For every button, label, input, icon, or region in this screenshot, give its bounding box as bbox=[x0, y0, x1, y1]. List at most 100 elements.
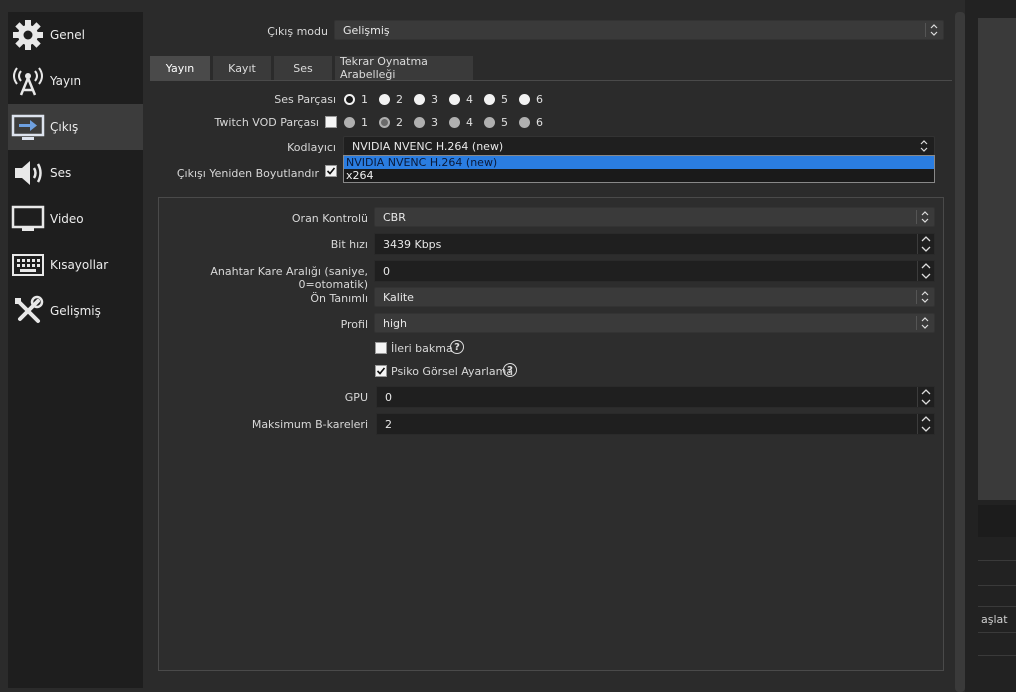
radio-dot bbox=[484, 94, 495, 105]
chevron-down-icon[interactable] bbox=[917, 244, 934, 254]
chevron-up-icon[interactable] bbox=[917, 414, 934, 424]
bframes-spinbox[interactable]: 2 bbox=[376, 413, 935, 435]
audio-track-radio-2[interactable]: 2 bbox=[379, 93, 403, 106]
twitch-vod-radio-2[interactable]: 2 bbox=[379, 116, 403, 129]
encoder-option-x264[interactable]: x264 bbox=[344, 169, 934, 182]
updown-chevron-icon bbox=[916, 210, 932, 224]
preset-label: Ön Tanımlı bbox=[310, 292, 368, 305]
sidebar-item-kisayollar[interactable]: Kısayollar bbox=[8, 242, 143, 288]
chevron-down-icon[interactable] bbox=[917, 424, 934, 434]
tab-kayit[interactable]: Kayıt bbox=[213, 56, 271, 80]
divider bbox=[978, 632, 1016, 633]
radio-dot bbox=[519, 94, 530, 105]
rate-control-label: Oran Kontrolü bbox=[291, 212, 368, 225]
radio-dot bbox=[344, 117, 355, 128]
checkmark-icon bbox=[376, 367, 386, 375]
encoder-option-nvenc[interactable]: NVIDIA NVENC H.264 (new) bbox=[344, 156, 934, 169]
sidebar-item-cikis[interactable]: Çıkış bbox=[8, 104, 143, 150]
twitch-vod-radio-6[interactable]: 6 bbox=[519, 116, 543, 129]
bitrate-spinbox[interactable]: 3439 Kbps bbox=[374, 233, 935, 255]
twitch-vod-radio-5[interactable]: 5 bbox=[484, 116, 508, 129]
lookahead-checkbox[interactable] bbox=[375, 342, 387, 354]
divider bbox=[978, 560, 1016, 561]
keyframe-value: 0 bbox=[383, 264, 390, 278]
gear-icon bbox=[11, 18, 45, 52]
twitch-vod-checkbox[interactable] bbox=[325, 116, 337, 128]
divider bbox=[978, 585, 1016, 586]
divider bbox=[978, 655, 1016, 656]
radio-label: 6 bbox=[536, 93, 543, 106]
audio-track-radio-3[interactable]: 3 bbox=[414, 93, 438, 106]
tab-ses[interactable]: Ses bbox=[274, 56, 332, 80]
tab-tekrar-oynatma[interactable]: Tekrar Oynatma Arabelleği bbox=[335, 55, 473, 81]
sidebar-item-video[interactable]: Video bbox=[8, 196, 143, 242]
radio-dot bbox=[414, 94, 425, 105]
audio-track-radio-4[interactable]: 4 bbox=[449, 93, 473, 106]
tab-yayin[interactable]: Yayın bbox=[150, 56, 210, 80]
twitch-vod-radio-3[interactable]: 3 bbox=[414, 116, 438, 129]
bitrate-value: 3439 Kbps bbox=[383, 237, 442, 251]
radio-label: 3 bbox=[431, 116, 438, 129]
rate-control-select[interactable]: CBR bbox=[374, 207, 935, 227]
output-mode-select[interactable]: Gelişmiş bbox=[334, 20, 944, 40]
radio-dot bbox=[484, 117, 495, 128]
chevron-down-icon[interactable] bbox=[917, 397, 934, 407]
settings-sidebar: Genel Yayın Çıkış Ses Video Kısayollar G… bbox=[8, 12, 143, 688]
sidebar-item-label: Yayın bbox=[50, 74, 82, 88]
keyboard-icon bbox=[11, 248, 45, 282]
encoder-dropdown-list: NVIDIA NVENC H.264 (new) x264 bbox=[343, 155, 935, 183]
twitch-vod-radio-1[interactable]: 1 bbox=[344, 116, 368, 129]
keyframe-spinbox[interactable]: 0 bbox=[374, 260, 935, 282]
psycho-visual-checkbox[interactable] bbox=[375, 365, 387, 377]
radio-dot bbox=[449, 117, 460, 128]
broadcast-icon bbox=[11, 64, 45, 98]
sidebar-item-label: Video bbox=[50, 212, 84, 226]
background-preview bbox=[978, 18, 1016, 500]
audio-track-label: Ses Parçası bbox=[274, 93, 336, 106]
spin-buttons bbox=[917, 234, 934, 254]
keyframe-label: Anahtar Kare Aralığı (saniye, 0=otomatik… bbox=[210, 265, 368, 291]
background-button-label: aşlat bbox=[981, 613, 1008, 626]
radio-label: 3 bbox=[431, 93, 438, 106]
background-header-bar bbox=[978, 505, 1016, 537]
encoder-select[interactable]: NVIDIA NVENC H.264 (new) bbox=[343, 136, 935, 156]
twitch-vod-label: Twitch VOD Parçası bbox=[214, 116, 319, 129]
radio-dot bbox=[344, 94, 355, 105]
output-icon bbox=[11, 110, 45, 144]
profile-select[interactable]: high bbox=[374, 313, 935, 333]
radio-label: 1 bbox=[361, 116, 368, 129]
sidebar-item-label: Ses bbox=[50, 166, 72, 180]
monitor-icon bbox=[11, 202, 45, 236]
updown-chevron-icon bbox=[916, 290, 932, 304]
audio-track-radio-1[interactable]: 1 bbox=[344, 93, 368, 106]
sidebar-item-ses[interactable]: Ses bbox=[8, 150, 143, 196]
spin-buttons bbox=[917, 387, 934, 407]
gpu-spinbox[interactable]: 0 bbox=[376, 386, 935, 408]
speaker-icon bbox=[11, 156, 45, 190]
chevron-up-icon[interactable] bbox=[917, 234, 934, 244]
main-scrollbar[interactable] bbox=[955, 12, 965, 692]
sidebar-item-gelismis[interactable]: Gelişmiş bbox=[8, 288, 143, 334]
chevron-up-icon[interactable] bbox=[917, 387, 934, 397]
chevron-up-icon[interactable] bbox=[917, 261, 934, 271]
radio-dot bbox=[519, 117, 530, 128]
help-icon[interactable]: ? bbox=[503, 363, 517, 377]
chevron-down-icon[interactable] bbox=[917, 271, 934, 281]
output-settings-panel: Çıkış modu Gelişmiş Yayın Kayıt Ses Tekr… bbox=[143, 12, 953, 692]
help-icon[interactable]: ? bbox=[450, 340, 464, 354]
preset-select[interactable]: Kalite bbox=[374, 287, 935, 307]
rate-control-value: CBR bbox=[383, 210, 406, 224]
output-mode-label: Çıkış modu bbox=[267, 25, 328, 38]
profile-value: high bbox=[383, 316, 407, 330]
twitch-vod-radio-4[interactable]: 4 bbox=[449, 116, 473, 129]
audio-track-radio-6[interactable]: 6 bbox=[519, 93, 543, 106]
sidebar-item-yayin[interactable]: Yayın bbox=[8, 58, 143, 104]
sidebar-item-genel[interactable]: Genel bbox=[8, 12, 143, 58]
radio-dot bbox=[414, 117, 425, 128]
bframes-value: 2 bbox=[385, 417, 392, 431]
bframes-label: Maksimum B-kareleri bbox=[251, 418, 368, 431]
audio-track-radio-5[interactable]: 5 bbox=[484, 93, 508, 106]
radio-label: 6 bbox=[536, 116, 543, 129]
output-tabs: Yayın Kayıt Ses Tekrar Oynatma Arabelleğ… bbox=[150, 55, 476, 81]
rescale-checkbox[interactable] bbox=[325, 165, 337, 177]
